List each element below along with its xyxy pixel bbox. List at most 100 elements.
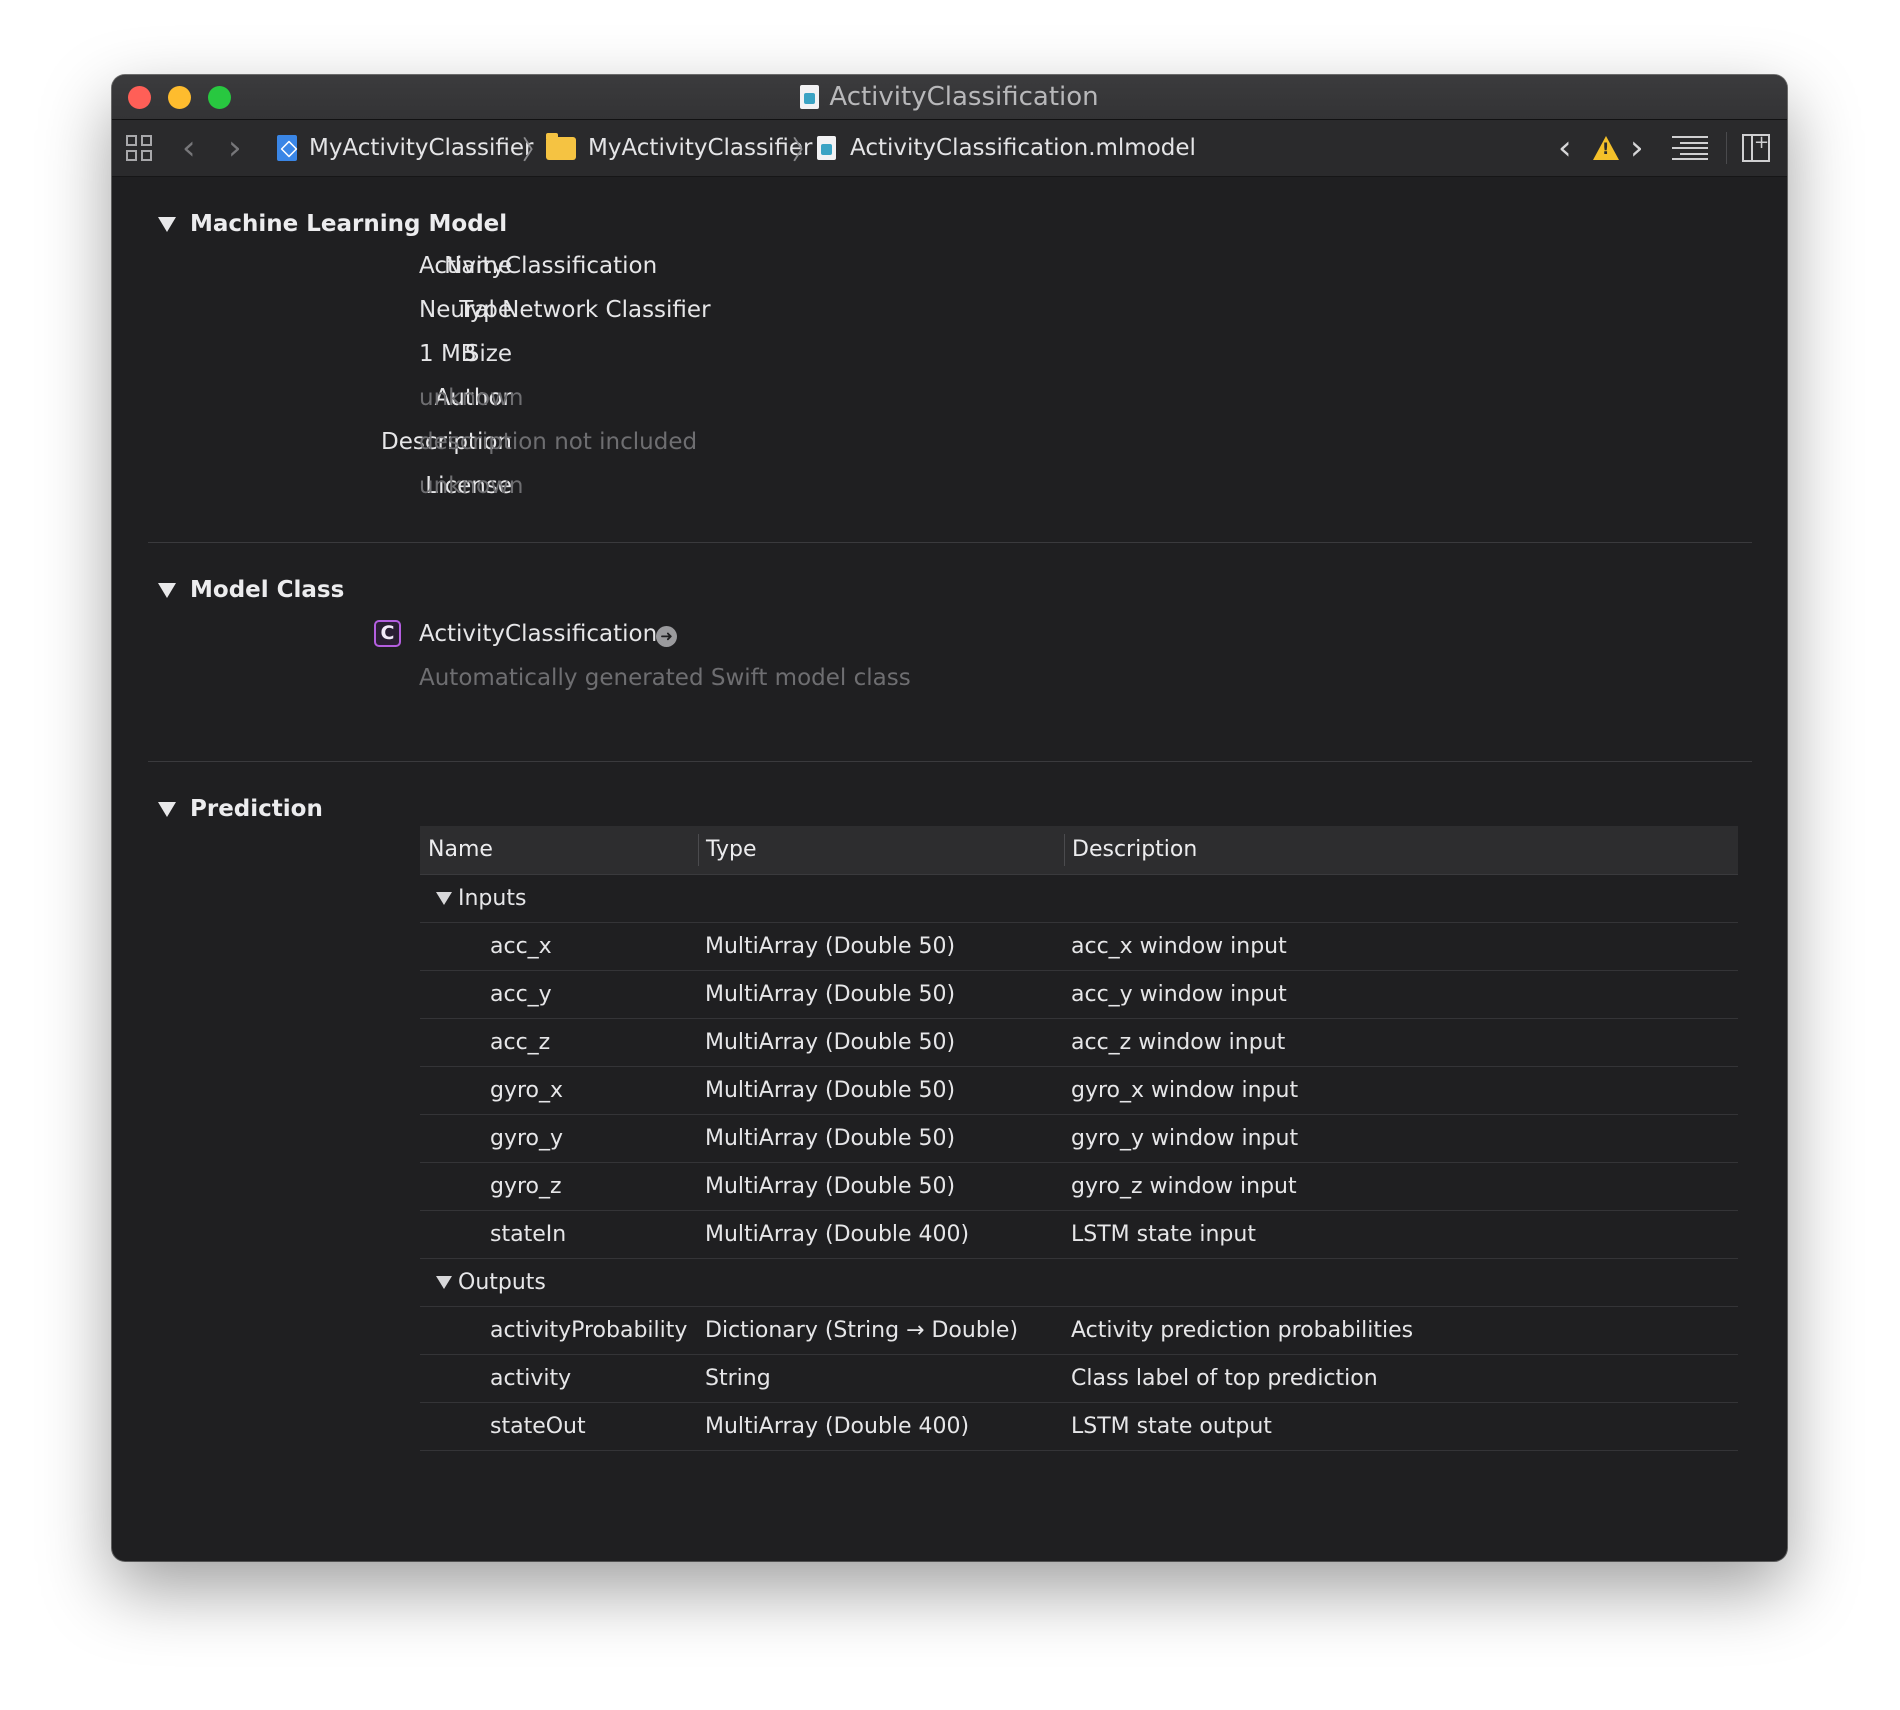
mlmodel-file-icon [817,136,836,160]
property-value: ActivityClassification [419,253,658,279]
cell-name: acc_x [490,934,552,959]
cell-description: gyro_z window input [1071,1174,1297,1199]
table-row[interactable]: gyro_y MultiArray (Double 50) gyro_y win… [420,1115,1738,1163]
prediction-table: Name Type Description Inputs acc_x Multi… [420,826,1738,1451]
text-lines-icon [1672,136,1708,160]
breadcrumb-file[interactable]: ActivityClassification.mlmodel [817,120,1196,176]
toolbar-divider [1726,132,1727,164]
table-row[interactable]: gyro_x MultiArray (Double 50) gyro_x win… [420,1067,1738,1115]
cell-type: MultiArray (Double 50) [705,1174,956,1199]
editor-options-button[interactable] [1672,120,1708,176]
title-bar: ActivityClassification [112,75,1787,120]
table-group-outputs[interactable]: Outputs [420,1259,1738,1307]
cell-type: MultiArray (Double 400) [705,1222,970,1247]
property-row-size: Size 1 MB [112,341,1012,375]
grid-icon [126,135,152,161]
breadcrumb-label: MyActivityClassifier [309,135,534,161]
chevron-left-icon: ‹ [182,128,196,168]
cell-type: MultiArray (Double 50) [705,1078,956,1103]
breadcrumb-label: MyActivityClassifier [588,135,813,161]
property-row-type: Type Neural Network Classifier [112,297,1012,331]
section-title: Machine Learning Model [190,211,508,237]
cell-type: MultiArray (Double 400) [705,1414,970,1439]
group-label: Outputs [458,1270,546,1295]
cell-type: MultiArray (Double 50) [705,982,956,1007]
column-header-name[interactable]: Name [428,826,493,874]
back-button[interactable]: ‹ [182,120,196,176]
cell-type: MultiArray (Double 50) [705,1126,956,1151]
group-label: Inputs [458,886,527,911]
table-row[interactable]: activity String Class label of top predi… [420,1355,1738,1403]
table-header: Name Type Description [420,826,1738,875]
cell-name: acc_z [490,1030,551,1055]
forward-button[interactable]: › [228,120,242,176]
chevron-right-icon: › [1630,128,1644,168]
table-row[interactable]: acc_y MultiArray (Double 50) acc_y windo… [420,971,1738,1019]
warning-icon [1593,136,1619,160]
window-title-group: ActivityClassification [112,75,1787,119]
column-separator [698,834,699,866]
cell-type: String [705,1366,771,1391]
add-editor-button[interactable] [1742,120,1770,176]
cell-name: gyro_z [490,1174,562,1199]
model-class-subtitle: Automatically generated Swift model clas… [419,665,911,691]
window-title: ActivityClassification [829,82,1099,112]
property-value: 1 MB [419,341,477,367]
column-header-type[interactable]: Type [706,826,757,874]
disclosure-triangle-icon [158,801,176,817]
property-row-license: License unknown [112,473,1012,507]
table-row[interactable]: activityProbability Dictionary (String →… [420,1307,1738,1355]
breadcrumb-folder[interactable]: MyActivityClassifier [546,120,812,176]
cell-description: acc_y window input [1071,982,1287,1007]
property-value: Neural Network Classifier [419,297,711,323]
disclosure-triangle-icon [436,1276,452,1289]
breadcrumb-project[interactable]: MyActivityClassifier [277,120,533,176]
breadcrumb-chevron-icon: 〉 [522,135,549,166]
table-row[interactable]: stateIn MultiArray (Double 400) LSTM sta… [420,1211,1738,1259]
disclosure-triangle-icon [158,216,176,232]
cell-type: MultiArray (Double 50) [705,934,956,959]
table-row[interactable]: stateOut MultiArray (Double 400) LSTM st… [420,1403,1738,1451]
section-header-prediction[interactable]: Prediction [158,796,323,822]
jump-bar: ‹ › MyActivityClassifier 〉 MyActivityCla… [112,120,1787,177]
model-class-name: ActivityClassification [419,621,658,647]
property-value: unknown [419,385,524,411]
xcode-project-icon [277,135,297,161]
cell-name: activityProbability [490,1318,688,1343]
cell-description: Activity prediction probabilities [1071,1318,1414,1343]
disclosure-triangle-icon [158,582,176,598]
section-header-model-class[interactable]: Model Class [158,577,344,603]
table-row[interactable]: acc_z MultiArray (Double 50) acc_z windo… [420,1019,1738,1067]
property-value: unknown [419,473,524,499]
split-editor-icon [1742,132,1770,162]
cell-description: Class label of top prediction [1071,1366,1378,1391]
chevron-left-icon: ‹ [1558,128,1572,168]
table-group-inputs[interactable]: Inputs [420,875,1738,923]
cell-name: stateIn [490,1222,567,1247]
cell-description: gyro_y window input [1071,1126,1299,1151]
issues-button[interactable] [1593,120,1619,176]
related-items-button[interactable] [126,120,152,176]
table-row[interactable]: acc_x MultiArray (Double 50) acc_x windo… [420,923,1738,971]
previous-issue-button[interactable]: ‹ [1558,120,1572,176]
section-divider [148,542,1752,543]
property-row-author: Author unknown [112,385,1012,419]
column-header-description[interactable]: Description [1072,826,1197,874]
table-row[interactable]: gyro_z MultiArray (Double 50) gyro_z win… [420,1163,1738,1211]
cell-name: gyro_y [490,1126,564,1151]
chevron-right-icon: › [228,128,242,168]
section-header-model[interactable]: Machine Learning Model [158,211,507,237]
property-row-description: Description description not included [112,429,1012,463]
model-class-subtitle-row: Automatically generated Swift model clas… [112,665,1012,699]
go-to-class-arrow-icon[interactable]: ➜ [656,626,677,647]
disclosure-triangle-icon [436,892,452,905]
cell-description: LSTM state input [1071,1222,1256,1247]
cell-description: acc_z window input [1071,1030,1286,1055]
mlmodel-file-icon [800,85,820,109]
cell-type: Dictionary (String → Double) [705,1318,1019,1343]
xcode-window: ActivityClassification ‹ › MyActivityCla… [112,75,1787,1561]
section-title: Prediction [190,796,323,822]
next-issue-button[interactable]: › [1630,120,1644,176]
breadcrumb-separator: 〉 [792,120,818,176]
cell-name: stateOut [490,1414,586,1439]
